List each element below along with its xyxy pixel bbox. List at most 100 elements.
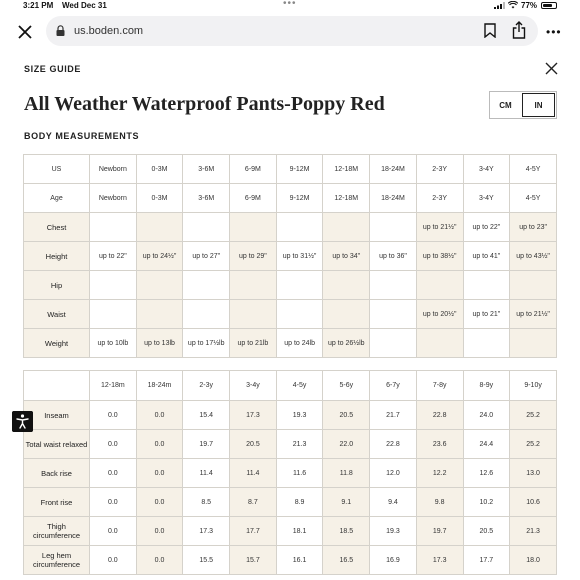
table-cell: up to 29" <box>229 241 277 271</box>
table-cell: up to 36" <box>369 241 417 271</box>
table-cell: up to 10lb <box>89 328 137 358</box>
table-cell <box>322 212 371 242</box>
table-cell: 0.0 <box>89 429 137 459</box>
address-bar[interactable]: us.boden.com <box>46 16 538 46</box>
table-cell: 20.5 <box>462 516 511 546</box>
table-cell <box>182 270 231 300</box>
row-label: US <box>23 154 90 184</box>
share-icon[interactable] <box>512 21 526 39</box>
garment-measurements-table: 12-18m 18-24m 2-3y 3-4y 4-5y 5-6y 6-7y 7-8y 8-9y… <box>23 370 557 575</box>
browser-toolbar: us.boden.com ••• <box>0 14 580 50</box>
table-cell: 10.6 <box>509 487 557 517</box>
table-cell: up to 21½" <box>509 299 557 329</box>
table-cell <box>369 270 417 300</box>
table-cell <box>229 212 277 242</box>
close-tab-icon[interactable] <box>16 23 34 41</box>
table-cell <box>415 328 464 358</box>
table-cell <box>369 299 417 329</box>
column-header: 12-18m <box>89 370 137 401</box>
table-cell: 16.9 <box>369 545 417 575</box>
table-cell: up to 21½" <box>415 212 464 242</box>
multitask-dots-icon[interactable]: ••• <box>283 0 297 9</box>
table-cell: 19.3 <box>275 400 324 430</box>
bookmark-icon[interactable] <box>484 23 496 38</box>
table-cell: 0.0 <box>135 487 184 517</box>
table-header-row: 12-18m 18-24m 2-3y 3-4y 4-5y 5-6y 6-7y 7-8y 8-9y… <box>23 370 557 401</box>
table-cell: 18-24M <box>369 183 417 213</box>
row-label: Age <box>23 183 90 213</box>
column-header: 5-6y <box>322 370 371 401</box>
table-cell: 17.3 <box>182 516 231 546</box>
table-cell: up to 22" <box>89 241 137 271</box>
table-cell: 11.6 <box>275 458 324 488</box>
table-cell <box>135 270 184 300</box>
table-cell <box>182 299 231 329</box>
table-cell <box>462 270 511 300</box>
table-cell: 11.8 <box>322 458 371 488</box>
table-cell: 0.0 <box>135 429 184 459</box>
table-cell: 9-12M <box>275 154 324 184</box>
lock-icon <box>56 25 65 36</box>
unit-toggle: CM IN <box>489 91 557 119</box>
table-row: Height up to 22" up to 24½" up to 27" up to … <box>23 241 557 271</box>
table-cell: 20.5 <box>229 429 277 459</box>
table-cell: 6-9M <box>229 183 277 213</box>
table-cell: 21.7 <box>369 400 417 430</box>
table-cell: 8.7 <box>229 487 277 517</box>
table-cell: up to 13lb <box>135 328 184 358</box>
table-cell: 21.3 <box>275 429 324 459</box>
table-cell: up to 24lb <box>275 328 324 358</box>
row-label: Thigh circumference <box>23 516 90 546</box>
table-row: Age Newborn 0-3M 3-6M 6-9M 9-12M 12-18M 18-24M 2… <box>23 183 557 213</box>
table-cell: up to 31½" <box>275 241 324 271</box>
table-cell <box>89 212 137 242</box>
table-cell: 17.3 <box>229 400 277 430</box>
table-cell: up to 20½" <box>415 299 464 329</box>
table-cell: 8.9 <box>275 487 324 517</box>
close-modal-icon[interactable] <box>545 62 558 75</box>
table-cell: 12.0 <box>369 458 417 488</box>
size-guide-label: SIZE GUIDE <box>24 64 82 74</box>
more-options-icon[interactable]: ••• <box>546 26 562 38</box>
table-cell: 22.8 <box>415 400 464 430</box>
table-cell: Newborn <box>89 154 137 184</box>
table-cell: up to 23" <box>509 212 557 242</box>
table-cell: 22.0 <box>322 429 371 459</box>
table-cell: 0.0 <box>89 400 137 430</box>
table-cell <box>89 270 137 300</box>
table-cell: up to 26½lb <box>322 328 371 358</box>
table-cell: up to 21lb <box>229 328 277 358</box>
table-cell <box>322 270 371 300</box>
table-cell: up to 24½" <box>135 241 184 271</box>
table-cell: 15.4 <box>182 400 231 430</box>
table-cell: 22.8 <box>369 429 417 459</box>
table-cell: 2-3Y <box>415 154 464 184</box>
table-cell: 12-18M <box>322 183 371 213</box>
unit-cm-button[interactable]: CM <box>490 92 521 118</box>
table-cell: 18-24M <box>369 154 417 184</box>
row-label: Leg hem circumference <box>23 545 90 575</box>
table-cell: 25.2 <box>509 429 557 459</box>
table-cell: 3-6M <box>182 183 231 213</box>
table-cell: up to 27" <box>182 241 231 271</box>
table-row: Front rise 0.0 0.0 8.5 8.7 8.9 9.1 9.4 9.8 10.2 10… <box>23 487 557 517</box>
table-cell: 19.7 <box>415 516 464 546</box>
table-cell: up to 22" <box>462 212 511 242</box>
row-label: Front rise <box>23 487 90 517</box>
corner-cell <box>23 370 90 401</box>
cellular-signal-icon <box>494 2 505 9</box>
table-cell: 0.0 <box>135 545 184 575</box>
table-cell: 4-5Y <box>509 154 557 184</box>
table-cell: 4-5Y <box>509 183 557 213</box>
table-cell: 10.2 <box>462 487 511 517</box>
column-header: 3-4y <box>229 370 277 401</box>
table-cell: 12.2 <box>415 458 464 488</box>
table-row: Hip <box>23 270 557 300</box>
table-cell: 12.6 <box>462 458 511 488</box>
accessibility-icon[interactable] <box>12 411 33 432</box>
row-label: Total waist relaxed <box>23 429 90 459</box>
unit-in-button[interactable]: IN <box>522 93 555 117</box>
table-cell: Newborn <box>89 183 137 213</box>
table-row: Waist up to 20½" up to 21" up to 21½" <box>23 299 557 329</box>
table-cell: 3-6M <box>182 154 231 184</box>
